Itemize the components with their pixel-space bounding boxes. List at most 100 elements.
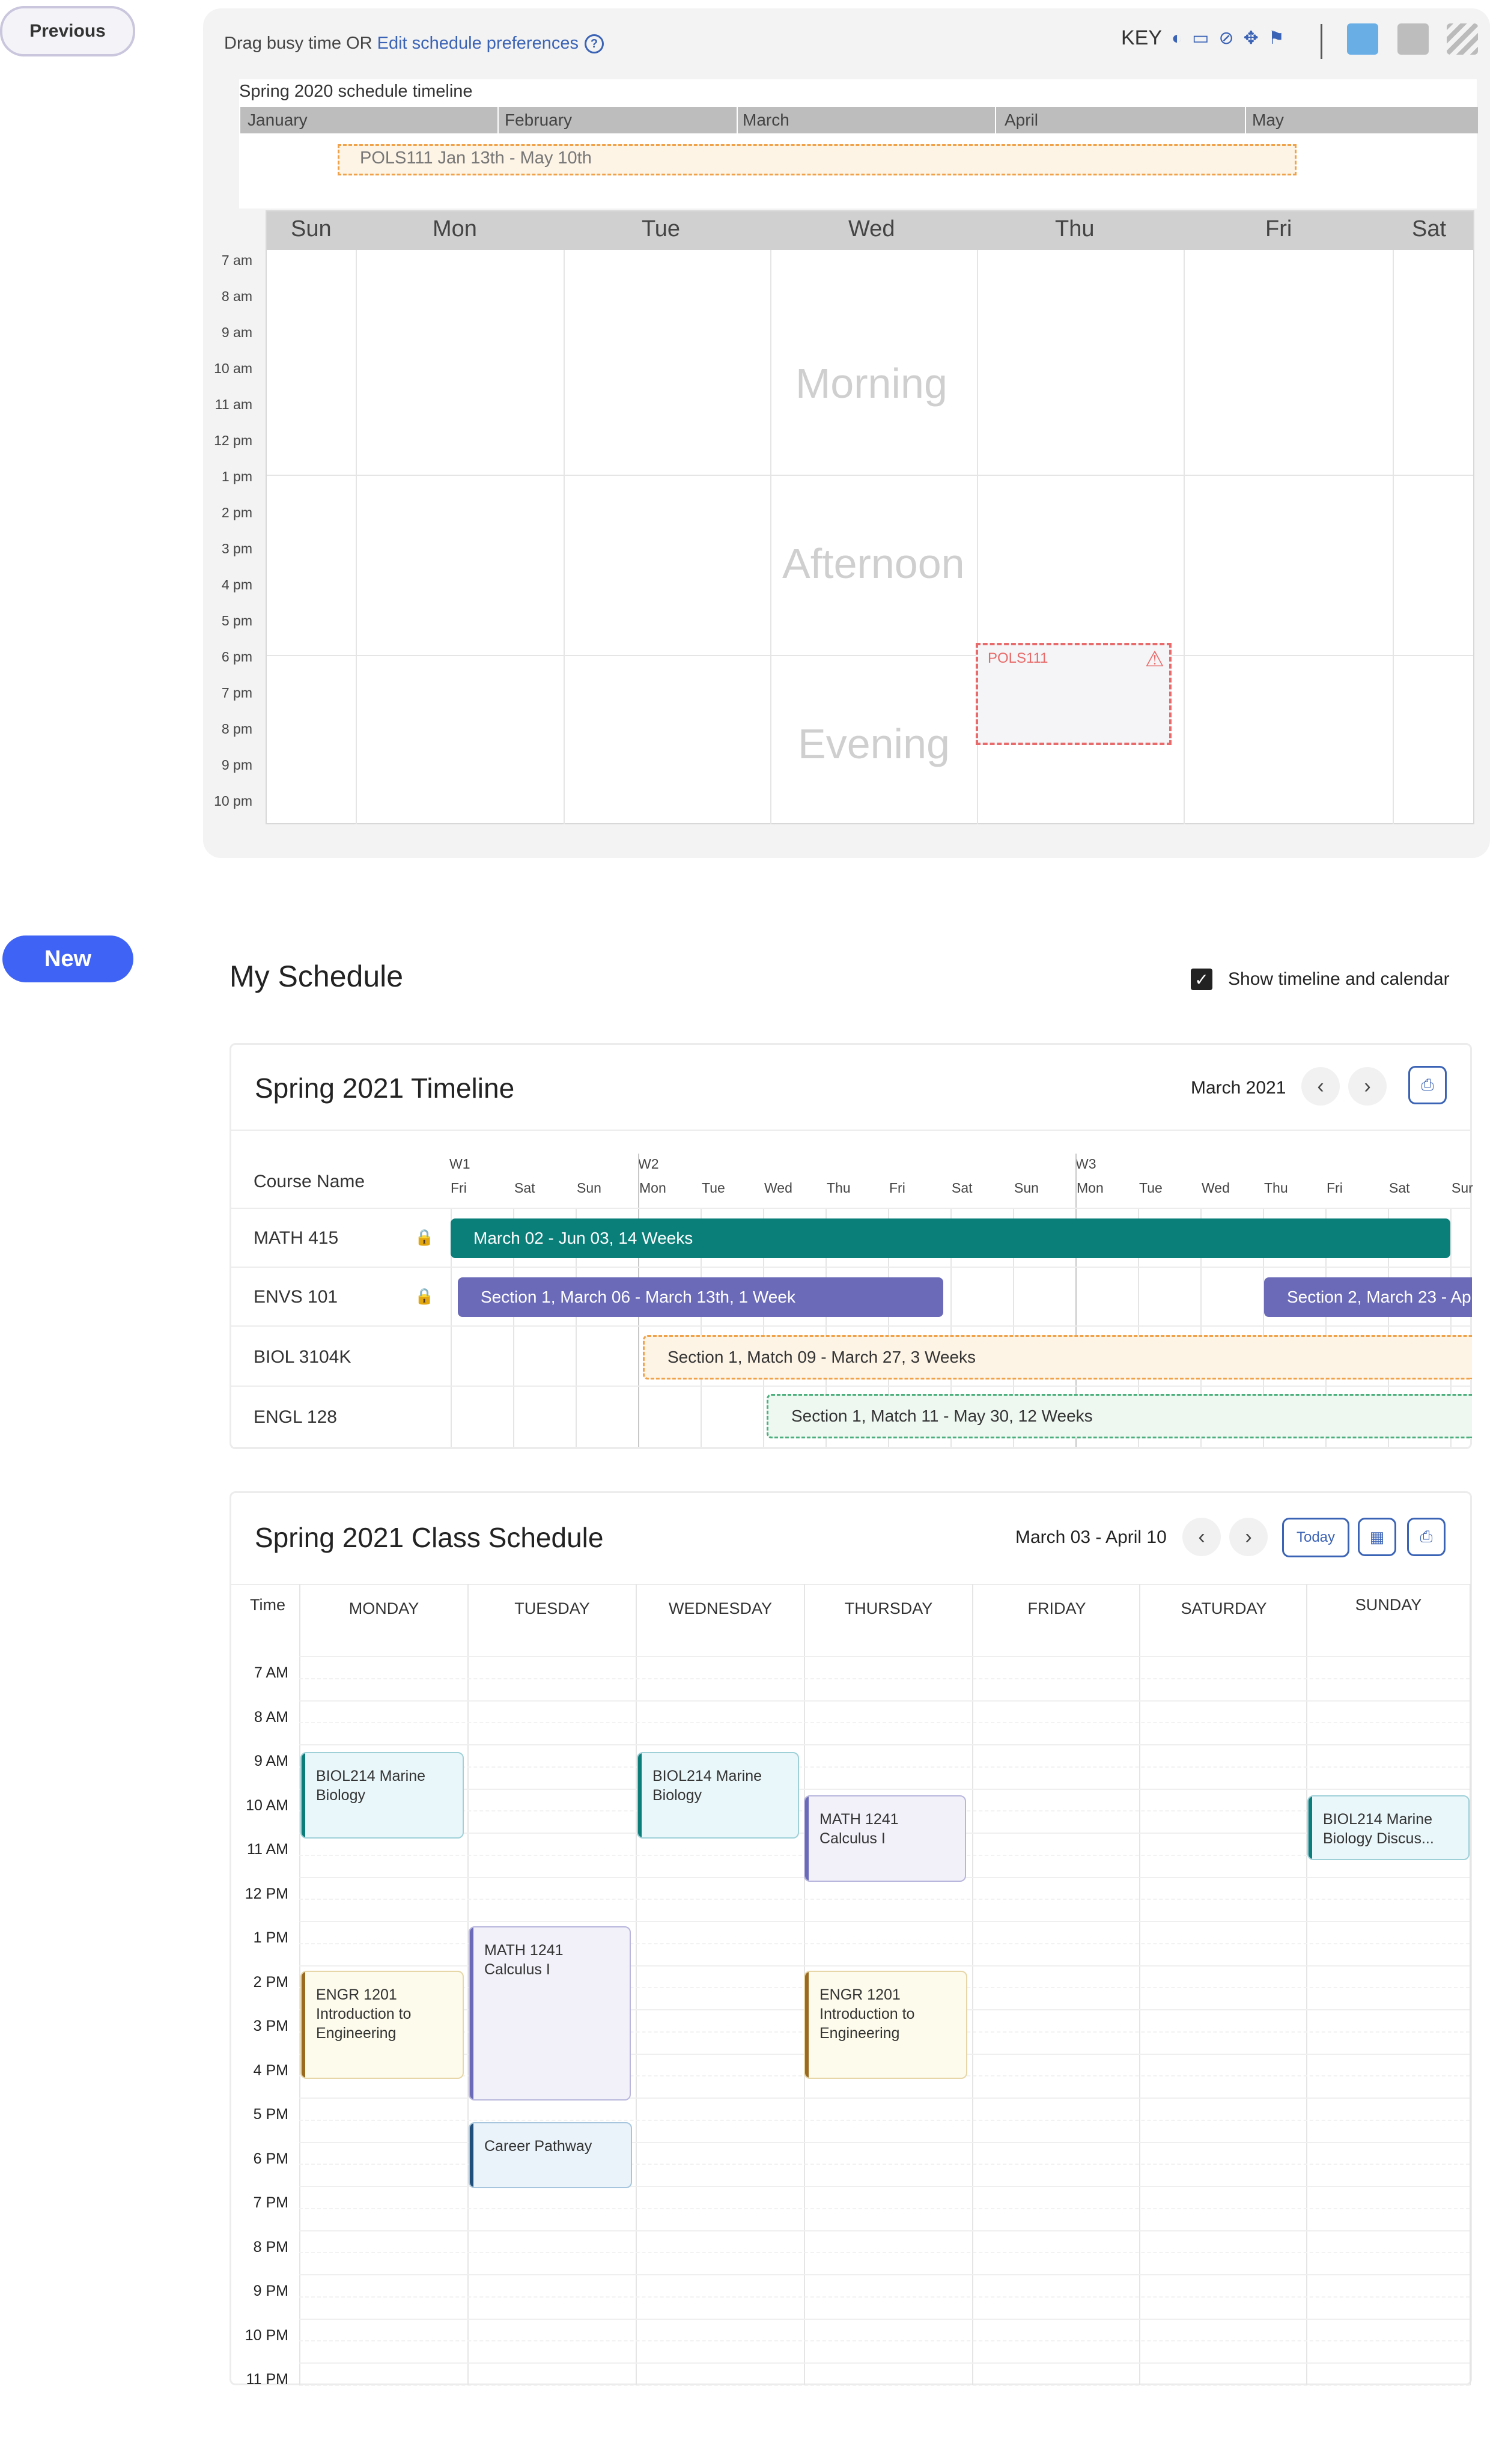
show-timeline-label: Show timeline and calendar	[1228, 969, 1450, 989]
grid-line	[231, 1208, 1470, 1209]
help-icon[interactable]: ?	[584, 34, 604, 54]
timeline-caption: Spring 2020 schedule timeline	[239, 82, 473, 101]
month-divider	[497, 107, 499, 133]
hour-label: 5 pm	[221, 613, 252, 628]
half-circle-icon: ◐	[1172, 28, 1183, 48]
time-label: 9 AM	[254, 1753, 288, 1769]
today-button[interactable]: Today	[1282, 1518, 1349, 1557]
grid-line	[299, 1766, 1470, 1768]
time-label: 8 PM	[253, 2238, 288, 2256]
grid-line	[299, 2340, 1470, 2342]
time-label: 1 PM	[253, 1929, 288, 1946]
month-divider	[995, 107, 996, 133]
grid-line	[299, 2296, 1470, 2298]
event-thu-engr1201[interactable]: ENGR 1201 Introduction to Engineering	[804, 1971, 967, 2079]
day-label: Sur	[1452, 1180, 1473, 1196]
grid-line	[1306, 1584, 1307, 2385]
time-header: Time	[250, 1596, 285, 1614]
checkbox-checked-icon[interactable]: ✓	[1191, 969, 1212, 990]
grid-line	[770, 250, 771, 824]
weekly-calendar[interactable]: Sun Mon Tue Wed Thu Fri Sat Morning Afte…	[266, 210, 1474, 824]
month-label: February	[505, 111, 573, 129]
day-header: TUESDAY	[514, 1599, 590, 1617]
event-label: POLS111	[988, 650, 1048, 666]
course-bar-math415[interactable]: March 02 - Jun 03, 14 Weeks	[451, 1218, 1450, 1258]
puzzle-icon: ✥	[1243, 28, 1259, 48]
time-label: 6 PM	[253, 2150, 288, 2167]
new-label: New	[2, 935, 133, 982]
schedule-prev-button[interactable]: ‹	[1182, 1518, 1221, 1556]
day-label: Thu	[827, 1180, 851, 1196]
event-tue-career-pathway[interactable]: Career Pathway	[469, 2122, 632, 2188]
schedule-print-button[interactable]: ⎙	[1407, 1518, 1446, 1556]
event-sun-biol214[interactable]: BIOL214 Marine Biology Discus...	[1307, 1795, 1470, 1860]
grid-line	[299, 1678, 1470, 1679]
event-title: MATH 1241 Calculus I	[484, 1942, 564, 1978]
day-header: FRIDAY	[1027, 1599, 1086, 1617]
day-label: Sat	[1389, 1180, 1410, 1196]
laptop-icon: ▭	[1192, 28, 1209, 48]
calendar-icon[interactable]: ▦	[1358, 1518, 1396, 1556]
month-label: April	[1005, 111, 1039, 129]
run-icon: ⚑	[1268, 28, 1285, 48]
course-bar-biol3104k[interactable]: Section 1, Match 09 - March 27, 3 Weeks	[643, 1335, 1472, 1380]
grid-line	[1470, 1584, 1471, 2385]
day-label: Thu	[1264, 1180, 1288, 1196]
schedule-next-button[interactable]: ›	[1229, 1518, 1268, 1556]
event-mon-engr1201[interactable]: ENGR 1201 Introduction to Engineering	[300, 1971, 464, 2079]
day-label: Mon	[639, 1180, 666, 1196]
day-label: Tue	[1139, 1180, 1163, 1196]
timeline-months: January February March April May	[240, 107, 1478, 133]
grid-line	[299, 2362, 1470, 2364]
time-label: 11 PM	[246, 2371, 288, 2388]
time-label: 10 AM	[246, 1796, 288, 1814]
link-icon: ⊘	[1218, 28, 1234, 48]
time-label: 9 PM	[253, 2283, 288, 2299]
hour-label: 1 pm	[221, 469, 252, 484]
timeline-print-button[interactable]: ⎙	[1408, 1066, 1447, 1104]
day-label: Wed	[1202, 1180, 1230, 1196]
event-thu-math1241[interactable]: MATH 1241 Calculus I	[804, 1795, 966, 1882]
grid-line	[299, 2274, 1470, 2275]
afternoon-label: Afternoon	[782, 540, 965, 587]
schedule-range: March 03 - April 10	[1015, 1527, 1167, 1547]
grid-line	[267, 475, 1473, 476]
busy-event-pols111[interactable]: POLS111 ⚠	[976, 643, 1172, 745]
grid-line	[231, 1386, 1470, 1387]
grid-line	[356, 250, 357, 824]
course-name: MATH 415	[254, 1228, 339, 1248]
month-label: January	[248, 111, 308, 129]
month-label: March	[743, 111, 789, 129]
event-wed-biol214[interactable]: BIOL214 Marine Biology	[637, 1752, 799, 1839]
event-tue-math1241[interactable]: MATH 1241 Calculus I	[469, 1926, 631, 2100]
hour-label: 8 am	[221, 288, 252, 304]
grid-line	[231, 1447, 1470, 1448]
event-title: BIOL214 Marine Biology	[652, 1768, 762, 1804]
time-label: 7 AM	[254, 1664, 288, 1681]
grid-line	[231, 1267, 1470, 1268]
grid-line	[299, 2207, 1470, 2209]
event-title: MATH 1241 Calculus I	[819, 1811, 899, 1847]
timeline-next-button[interactable]: ›	[1348, 1067, 1387, 1106]
day-label: Fri	[1327, 1180, 1343, 1196]
timeline-prev-button[interactable]: ‹	[1301, 1067, 1340, 1106]
drag-instructions: Drag busy time OR Edit schedule preferen…	[224, 34, 604, 54]
course-bar-envs101-s2[interactable]: Section 2, March 23 - Apr	[1264, 1277, 1472, 1317]
divider	[231, 1130, 1470, 1131]
event-mon-biol214[interactable]: BIOL214 Marine Biology	[300, 1752, 464, 1839]
hour-label: 7 pm	[221, 685, 252, 701]
course-name-header: Course Name	[254, 1172, 365, 1191]
week-label: W2	[638, 1156, 659, 1172]
course-bar-envs101-s1[interactable]: Section 1, March 06 - March 13th, 1 Week	[458, 1277, 943, 1317]
day-label: Fri	[889, 1180, 905, 1196]
event-title: BIOL214 Marine Biology	[316, 1768, 426, 1804]
timeline-bar-pols111[interactable]: POLS111 Jan 13th - May 10th	[338, 144, 1297, 175]
course-bar-engl128[interactable]: Section 1, Match 11 - May 30, 12 Weeks	[767, 1394, 1472, 1438]
edit-preferences-link[interactable]: Edit schedule preferences	[377, 34, 579, 53]
time-label: 7 PM	[253, 2194, 288, 2211]
day-label: Mon	[1077, 1180, 1104, 1196]
drag-text: Drag busy time OR	[224, 34, 377, 53]
week-label: W3	[1075, 1156, 1096, 1172]
show-timeline-toggle[interactable]: ✓ Show timeline and calendar	[1191, 969, 1450, 990]
timeline-month: March 2021	[1191, 1078, 1286, 1098]
